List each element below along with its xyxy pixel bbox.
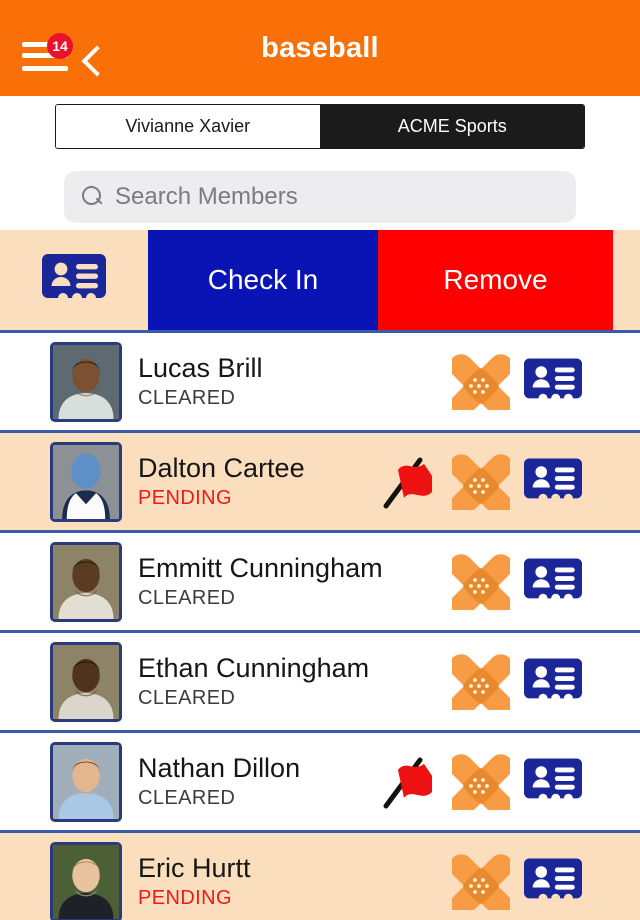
status-badge: PENDING	[138, 887, 232, 910]
avatar	[50, 541, 122, 622]
app-header: 14 baseball	[0, 0, 640, 96]
action-bar: Check In Remove	[0, 230, 640, 333]
id-badge-icon[interactable]	[524, 453, 582, 511]
member-row[interactable]: Ethan Cunningham CLEARED	[0, 633, 640, 733]
member-info: Emmitt Cunningham CLEARED	[138, 553, 452, 610]
id-badge-icon[interactable]	[524, 753, 582, 811]
status-badge: CLEARED	[138, 787, 236, 810]
member-name: Lucas Brill	[138, 352, 263, 383]
bandage-icon[interactable]	[452, 453, 510, 511]
avatar	[50, 841, 122, 920]
member-name: Ethan Cunningham	[138, 652, 370, 683]
hamburger-bar	[22, 66, 68, 71]
check-in-button[interactable]: Check In	[148, 230, 378, 330]
action-bar-id-cell[interactable]	[0, 230, 148, 330]
bandage-icon[interactable]	[452, 653, 510, 711]
tab-acme-sports[interactable]: ACME Sports	[320, 105, 584, 148]
member-name: Eric Hurtt	[138, 852, 251, 883]
id-badge-icon[interactable]	[42, 254, 106, 306]
bandage-icon[interactable]	[452, 853, 510, 911]
member-row-icons	[452, 653, 582, 711]
status-badge: CLEARED	[138, 387, 236, 410]
member-row-icons	[452, 553, 582, 611]
avatar	[50, 741, 122, 822]
bandage-icon[interactable]	[452, 553, 510, 611]
member-row[interactable]: Lucas Brill CLEARED	[0, 333, 640, 433]
segmented-control: Vivianne Xavier ACME Sports	[55, 104, 585, 149]
member-name: Nathan Dillon	[138, 752, 301, 783]
search-placeholder: Search Members	[115, 183, 298, 210]
hamburger-menu-icon[interactable]: 14	[22, 33, 73, 74]
back-chevron-icon[interactable]	[78, 47, 104, 73]
id-badge-icon[interactable]	[524, 653, 582, 711]
remove-button[interactable]: Remove	[378, 230, 613, 330]
status-badge: PENDING	[138, 487, 232, 510]
member-list: Lucas Brill CLEARED Dalton Cartee PENDING	[0, 333, 640, 920]
status-badge: CLEARED	[138, 587, 236, 610]
member-info: Nathan Dillon CLEARED	[138, 753, 380, 810]
search-icon	[82, 186, 104, 208]
member-name: Dalton Cartee	[138, 452, 305, 483]
sub-header: Vivianne Xavier ACME Sports Search Membe…	[0, 96, 640, 230]
avatar	[50, 341, 122, 422]
tab-vivianne-xavier[interactable]: Vivianne Xavier	[56, 105, 321, 148]
member-info: Eric Hurtt PENDING	[138, 853, 452, 910]
member-row[interactable]: Eric Hurtt PENDING	[0, 833, 640, 920]
id-badge-icon[interactable]	[524, 353, 582, 411]
avatar	[50, 641, 122, 722]
red-flag-icon[interactable]	[380, 453, 438, 511]
member-name: Emmitt Cunningham	[138, 552, 383, 583]
member-row-icons	[452, 853, 582, 911]
status-badge: CLEARED	[138, 687, 236, 710]
search-input[interactable]: Search Members	[64, 171, 576, 223]
member-row-icons	[380, 753, 582, 811]
member-info: Ethan Cunningham CLEARED	[138, 653, 452, 710]
red-flag-icon[interactable]	[380, 753, 438, 811]
member-info: Dalton Cartee PENDING	[138, 453, 380, 510]
bandage-icon[interactable]	[452, 353, 510, 411]
member-row-icons	[380, 453, 582, 511]
id-badge-icon[interactable]	[524, 853, 582, 911]
member-row-icons	[452, 353, 582, 411]
member-row[interactable]: Nathan Dillon CLEARED	[0, 733, 640, 833]
bandage-icon[interactable]	[452, 753, 510, 811]
notification-badge: 14	[47, 33, 73, 59]
avatar	[50, 441, 122, 522]
member-row[interactable]: Emmitt Cunningham CLEARED	[0, 533, 640, 633]
member-row[interactable]: Dalton Cartee PENDING	[0, 433, 640, 533]
member-info: Lucas Brill CLEARED	[138, 353, 452, 410]
id-badge-icon[interactable]	[524, 553, 582, 611]
